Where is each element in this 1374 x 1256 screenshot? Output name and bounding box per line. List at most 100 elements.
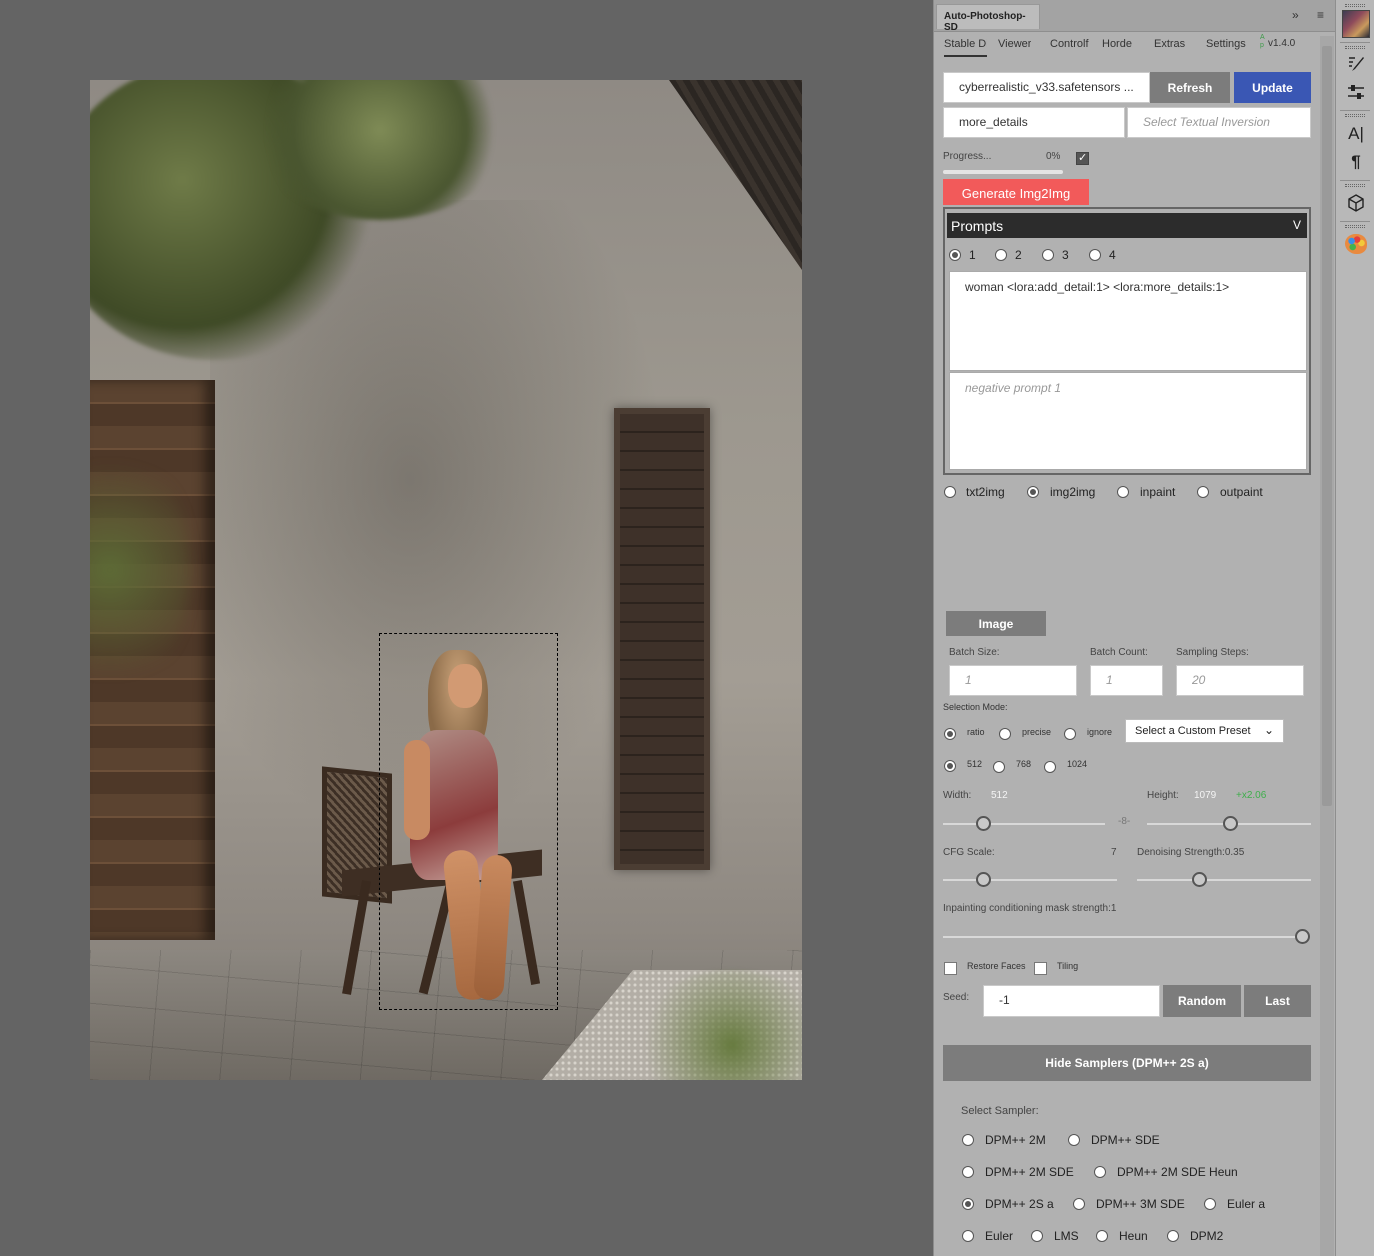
restore-faces-checkbox[interactable] bbox=[944, 962, 957, 975]
double-chevron-icon[interactable]: » bbox=[1292, 8, 1299, 22]
resolution-radio-768[interactable] bbox=[993, 761, 1005, 773]
sampler-radio-euler-a[interactable] bbox=[1204, 1198, 1216, 1210]
resolution-radio-1024[interactable] bbox=[1044, 761, 1056, 773]
prompt-tab-radio-4[interactable] bbox=[1089, 249, 1101, 261]
prompt-tab-radio-1[interactable] bbox=[949, 249, 961, 261]
resolution-option: 512 bbox=[967, 759, 983, 769]
3d-cube-icon[interactable] bbox=[1344, 193, 1368, 215]
batch-size-input[interactable]: 1 bbox=[949, 665, 1077, 696]
cfg-slider-track[interactable] bbox=[943, 879, 1117, 881]
prompt-tab-radio-2[interactable] bbox=[995, 249, 1007, 261]
model-select[interactable]: cyberrealistic_v33.safetensors ... bbox=[943, 72, 1150, 103]
sampler-radio-dpmpp-2s-a[interactable] bbox=[962, 1198, 974, 1210]
app-thumbnail[interactable] bbox=[1342, 10, 1370, 38]
resolution-radio-512[interactable] bbox=[944, 760, 956, 772]
toolbar-grip[interactable] bbox=[1345, 4, 1365, 7]
textual-inversion-select[interactable]: Select Textual Inversion bbox=[1127, 107, 1311, 138]
mode-label: outpaint bbox=[1220, 485, 1263, 499]
update-button[interactable]: Update bbox=[1234, 72, 1311, 103]
custom-preset-select[interactable]: Select a Custom Preset ⌄ bbox=[1125, 719, 1284, 743]
mode-label: inpaint bbox=[1140, 485, 1176, 499]
height-slider-knob[interactable] bbox=[1223, 816, 1238, 831]
tab-extras[interactable]: Extras bbox=[1154, 38, 1185, 50]
scrollbar-thumb[interactable] bbox=[1322, 46, 1332, 806]
cfg-slider-knob[interactable] bbox=[976, 872, 991, 887]
paragraph-icon[interactable]: ¶ bbox=[1344, 152, 1368, 174]
negative-prompt-textarea[interactable]: negative prompt 1 bbox=[949, 372, 1307, 470]
adjustments-icon[interactable] bbox=[1344, 82, 1368, 104]
mode-radio-inpaint[interactable] bbox=[1117, 486, 1129, 498]
image-button[interactable]: Image bbox=[946, 611, 1046, 636]
batch-count-input[interactable]: 1 bbox=[1090, 665, 1163, 696]
sampler-radio-dpmpp-2m[interactable] bbox=[962, 1134, 974, 1146]
refresh-button[interactable]: Refresh bbox=[1150, 72, 1230, 103]
restore-faces-label: Restore Faces bbox=[967, 961, 1026, 971]
selection-marquee[interactable] bbox=[379, 633, 558, 1010]
mode-radio-txt2img[interactable] bbox=[944, 486, 956, 498]
sampler-label: LMS bbox=[1054, 1229, 1079, 1243]
tab-horde[interactable]: Horde bbox=[1102, 38, 1132, 50]
progress-checkbox[interactable] bbox=[1076, 151, 1089, 165]
toolbar-grip[interactable] bbox=[1345, 114, 1365, 117]
selection-mode-radio-precise[interactable] bbox=[999, 728, 1011, 740]
inpaint-mask-slider-track[interactable] bbox=[943, 936, 1305, 938]
menu-icon[interactable]: ≡ bbox=[1317, 8, 1324, 22]
cfg-scale-label: CFG Scale: bbox=[943, 847, 995, 858]
right-toolbar: A| ¶ bbox=[1335, 0, 1374, 1256]
width-slider-knob[interactable] bbox=[976, 816, 991, 831]
lora-select[interactable]: more_details bbox=[943, 107, 1125, 138]
hide-samplers-button[interactable]: Hide Samplers (DPM++ 2S a) bbox=[943, 1045, 1311, 1081]
denoising-slider-knob[interactable] bbox=[1192, 872, 1207, 887]
toolbar-divider bbox=[1340, 42, 1370, 43]
toolbar-divider bbox=[1340, 221, 1370, 222]
sampler-radio-dpmpp-3m-sde[interactable] bbox=[1073, 1198, 1085, 1210]
positive-prompt-textarea[interactable]: woman <lora:add_detail:1> <lora:more_det… bbox=[949, 271, 1307, 371]
link-icon[interactable]: -8- bbox=[1118, 816, 1130, 827]
palette-icon[interactable] bbox=[1345, 234, 1367, 254]
sampler-radio-dpmpp-sde[interactable] bbox=[1068, 1134, 1080, 1146]
sampling-steps-input[interactable]: 20 bbox=[1176, 665, 1304, 696]
prompts-header[interactable]: Prompts V bbox=[947, 213, 1307, 238]
width-slider-track[interactable] bbox=[943, 823, 1105, 825]
tiling-checkbox[interactable] bbox=[1034, 962, 1047, 975]
toolbar-grip[interactable] bbox=[1345, 184, 1365, 187]
toolbar-grip[interactable] bbox=[1345, 46, 1365, 49]
generate-img2img-button[interactable]: Generate Img2Img bbox=[943, 179, 1089, 205]
sampler-radio-dpm2[interactable] bbox=[1167, 1230, 1179, 1242]
tab-controlnet[interactable]: Controlf bbox=[1050, 38, 1094, 50]
denoising-slider-track[interactable] bbox=[1137, 879, 1311, 881]
height-value: 1079 bbox=[1194, 790, 1217, 801]
tab-settings[interactable]: Settings bbox=[1206, 38, 1246, 50]
resolution-option: 768 bbox=[1016, 759, 1032, 769]
seed-input[interactable]: -1 bbox=[983, 985, 1160, 1017]
sampler-radio-euler[interactable] bbox=[962, 1230, 974, 1242]
toolbar-grip[interactable] bbox=[1345, 225, 1365, 228]
tab-stable-diffusion[interactable]: Stable Di bbox=[944, 38, 987, 57]
selection-mode-label: Selection Mode: bbox=[943, 702, 1008, 712]
sampler-radio-heun[interactable] bbox=[1096, 1230, 1108, 1242]
resolution-option: 1024 bbox=[1067, 759, 1088, 769]
cfg-scale-value: 7 bbox=[1111, 847, 1117, 858]
prompt-tab-label: 3 bbox=[1062, 248, 1069, 262]
sampler-radio-dpmpp-2m-sde[interactable] bbox=[962, 1166, 974, 1178]
selection-mode-radio-ignore[interactable] bbox=[1064, 728, 1076, 740]
sampler-radio-lms[interactable] bbox=[1031, 1230, 1043, 1242]
brush-settings-icon[interactable] bbox=[1344, 54, 1368, 76]
panel-title-tab[interactable]: Auto-Photoshop-SD bbox=[936, 4, 1040, 33]
last-seed-button[interactable]: Last bbox=[1244, 985, 1311, 1017]
sampler-radio-dpmpp-2m-sde-heun[interactable] bbox=[1094, 1166, 1106, 1178]
mode-radio-img2img[interactable] bbox=[1027, 486, 1039, 498]
panel-scrollbar[interactable] bbox=[1320, 36, 1334, 1256]
prompt-tab-radio-3[interactable] bbox=[1042, 249, 1054, 261]
tab-viewer[interactable]: Viewer bbox=[998, 38, 1031, 50]
chevron-down-icon[interactable]: V bbox=[1293, 218, 1301, 232]
mode-radio-outpaint[interactable] bbox=[1197, 486, 1209, 498]
inpaint-mask-slider-knob[interactable] bbox=[1295, 929, 1310, 944]
seed-label: Seed: bbox=[943, 992, 970, 1003]
sampler-label: DPM++ 2M bbox=[985, 1133, 1046, 1147]
character-icon[interactable]: A| bbox=[1344, 124, 1368, 146]
toolbar-divider bbox=[1340, 110, 1370, 111]
random-seed-button[interactable]: Random bbox=[1163, 985, 1241, 1017]
selection-mode-radio-ratio[interactable] bbox=[944, 728, 956, 740]
chevron-down-icon: ⌄ bbox=[1263, 723, 1274, 737]
